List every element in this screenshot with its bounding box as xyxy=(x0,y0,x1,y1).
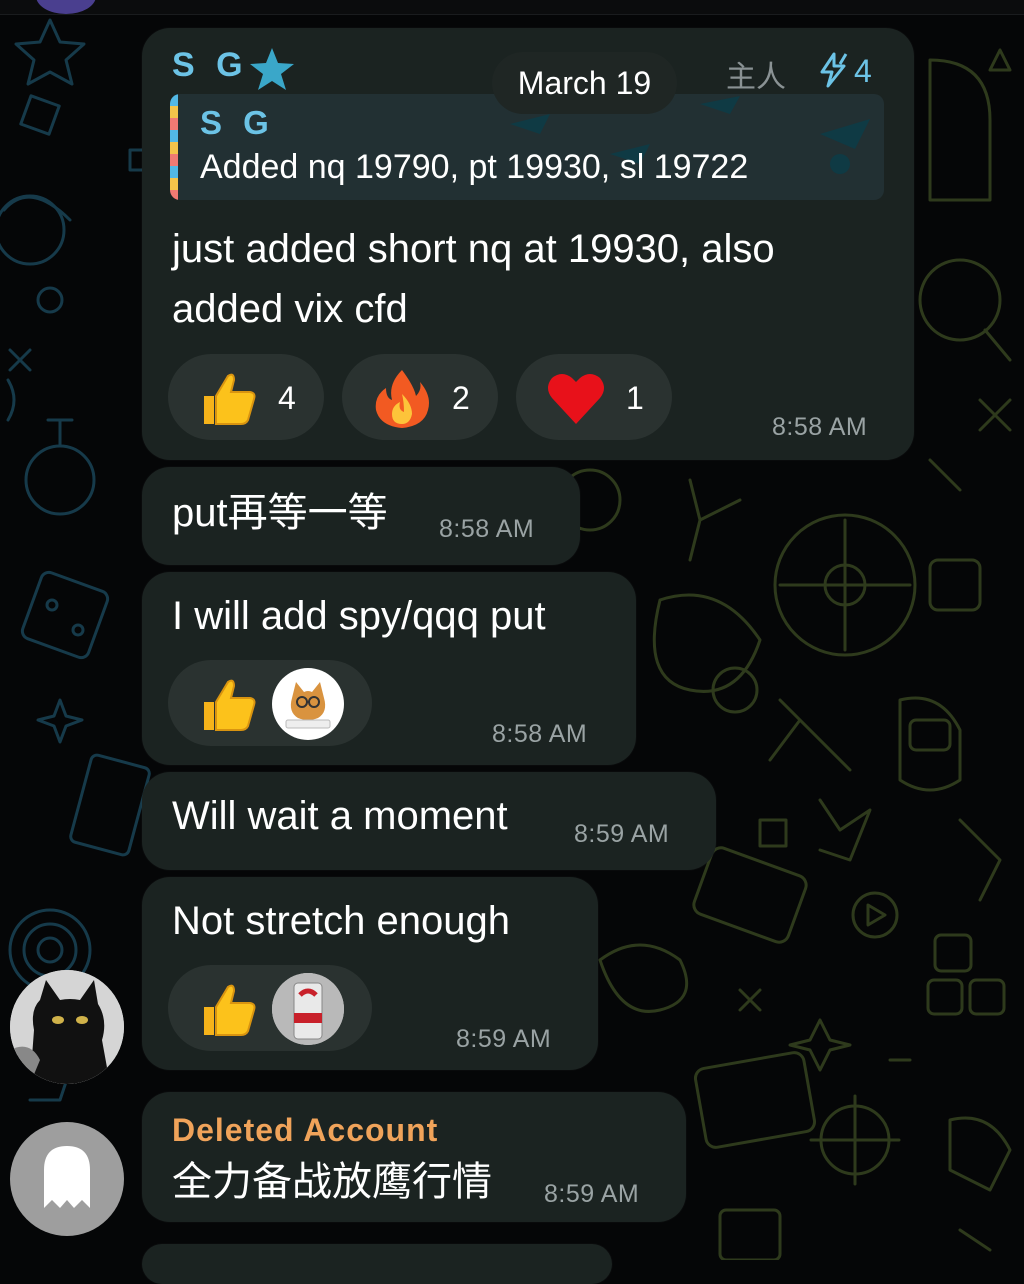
boost-indicator: 4 xyxy=(818,52,872,90)
drink-can-icon xyxy=(272,973,344,1045)
message-text: I will add spy/qqq put xyxy=(172,594,546,638)
reactor-avatar-drink-can[interactable] xyxy=(272,973,344,1045)
ghost-icon xyxy=(44,1146,90,1208)
owner-badge: 主人 xyxy=(726,61,786,94)
message-bubble-partial[interactable] xyxy=(142,1244,612,1284)
quote-text: Added nq 19790, pt 19930, sl 19722 xyxy=(200,148,749,186)
sender-avatar-cat[interactable] xyxy=(10,970,124,1084)
star-icon xyxy=(250,48,294,90)
red-heart-icon xyxy=(548,374,604,424)
reaction-thumbs-up[interactable] xyxy=(168,660,372,746)
message-time: 8:58 AM xyxy=(439,515,535,543)
message-bubble[interactable]: I will add spy/qqq put 8:58 AM xyxy=(142,572,636,765)
reaction-thumbs-up[interactable]: 4 xyxy=(168,354,324,440)
message-text-line2: added vix cfd xyxy=(172,287,408,331)
reactor-avatar-cat[interactable] xyxy=(272,668,344,740)
message-bubble[interactable]: Deleted Account 全力备战放鹰行情 8:59 AM xyxy=(142,1092,686,1222)
date-label: March 19 xyxy=(517,65,652,101)
message-text: put再等一等 xyxy=(172,491,388,535)
thumbs-up-icon xyxy=(204,984,256,1036)
reaction-thumbs-up[interactable] xyxy=(168,965,372,1051)
message-bubble[interactable]: Will wait a moment 8:59 AM xyxy=(142,772,716,870)
message-time: 8:58 AM xyxy=(772,413,868,441)
message-time: 8:58 AM xyxy=(492,720,588,748)
deleted-account-avatar[interactable] xyxy=(10,1122,124,1236)
message-time: 8:59 AM xyxy=(456,1025,552,1053)
message-text-line1: just added short nq at 19930, also xyxy=(172,227,775,271)
reaction-fire[interactable]: 2 xyxy=(342,354,498,440)
boost-icon xyxy=(820,52,848,88)
reaction-count: 4 xyxy=(278,380,296,416)
sender-name[interactable]: S G xyxy=(172,46,249,85)
date-separator: March 19 xyxy=(492,52,677,114)
thumbs-up-icon xyxy=(204,679,256,731)
reaction-count: 1 xyxy=(626,380,644,416)
fire-icon xyxy=(375,370,429,428)
quote-sender: S G xyxy=(200,104,275,141)
reaction-heart[interactable]: 1 xyxy=(516,354,672,440)
message-time: 8:59 AM xyxy=(544,1180,640,1208)
sender-name[interactable]: Deleted Account xyxy=(172,1112,438,1149)
quote-accent-bar xyxy=(170,94,178,200)
message-bubble[interactable]: Not stretch enough 8:59 AM xyxy=(142,877,598,1070)
message-bubble[interactable]: put再等一等 8:58 AM xyxy=(142,467,580,565)
reaction-count: 2 xyxy=(452,380,470,416)
message-text: 全力备战放鹰行情 xyxy=(172,1160,492,1204)
message-text: Not stretch enough xyxy=(172,899,510,943)
message-time: 8:59 AM xyxy=(574,820,670,848)
cat-icon xyxy=(285,682,331,729)
boost-count: 4 xyxy=(854,53,872,89)
message-text: Will wait a moment xyxy=(172,794,508,838)
black-cat-photo xyxy=(10,970,124,1084)
thumbs-up-icon xyxy=(204,373,256,425)
